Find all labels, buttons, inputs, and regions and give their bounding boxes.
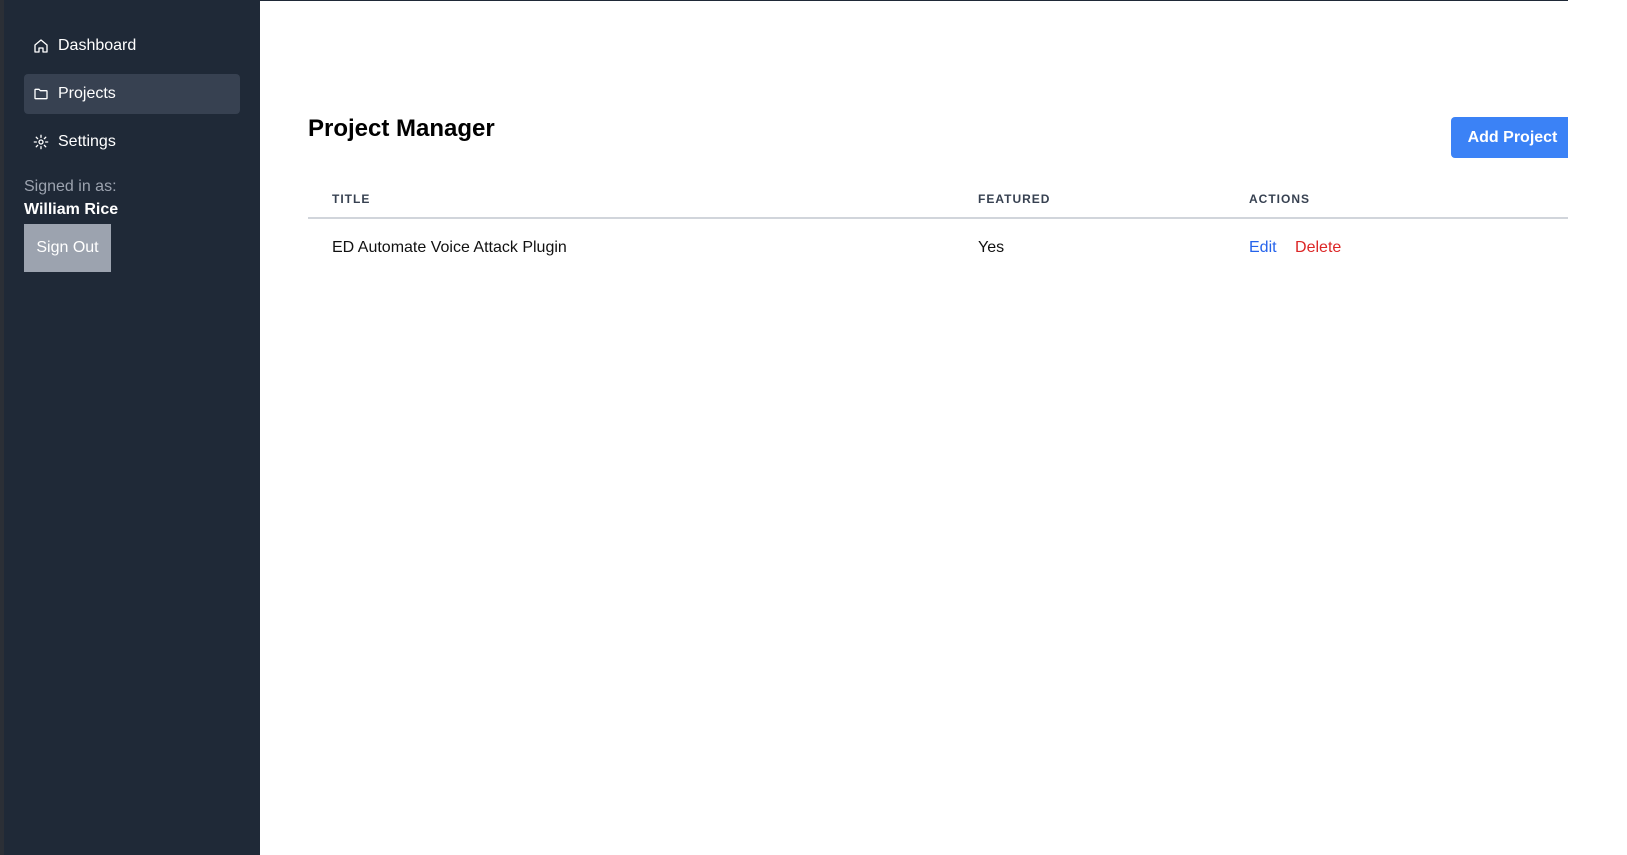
sidebar: Dashboard Projects Settings Signed in as… — [0, 0, 260, 855]
sidebar-item-projects[interactable]: Projects — [24, 74, 240, 114]
add-project-button[interactable]: Add Project — [1451, 117, 1574, 158]
table-header: TITLE FEATURED ACTIONS — [308, 181, 1574, 219]
cell-title: ED Automate Voice Attack Plugin — [332, 239, 567, 256]
header-title: TITLE — [332, 192, 371, 206]
page-title: Project Manager — [308, 115, 495, 142]
home-icon — [33, 38, 49, 54]
main-content: Project Manager Add Project TITLE FEATUR… — [260, 0, 1574, 855]
window-margin — [1568, 0, 1627, 855]
projects-table: TITLE FEATURED ACTIONS ED Automate Voice… — [308, 181, 1574, 277]
sidebar-item-label: Dashboard — [58, 37, 137, 54]
edit-link[interactable]: Edit — [1249, 239, 1277, 256]
sidebar-item-settings[interactable]: Settings — [24, 122, 240, 162]
sign-out-button[interactable]: Sign Out — [24, 224, 111, 272]
signed-in-block: Signed in as: William Rice Sign Out — [24, 176, 240, 272]
header-featured: FEATURED — [978, 192, 1051, 206]
gear-icon — [33, 134, 49, 150]
cell-featured: Yes — [978, 239, 1005, 256]
user-name: William Rice — [24, 201, 119, 218]
delete-link[interactable]: Delete — [1295, 239, 1341, 256]
cell-actions: Edit Delete — [1249, 239, 1574, 257]
signed-in-label: Signed in as: — [24, 178, 117, 195]
folder-icon — [33, 86, 49, 102]
table-row: ED Automate Voice Attack Plugin Yes Edit… — [308, 219, 1574, 277]
sidebar-item-label: Settings — [58, 133, 116, 150]
sidebar-item-label: Projects — [58, 85, 116, 102]
header-actions: ACTIONS — [1249, 192, 1310, 206]
sidebar-item-dashboard[interactable]: Dashboard — [24, 26, 240, 66]
app-root: Dashboard Projects Settings Signed in as… — [0, 0, 1574, 855]
